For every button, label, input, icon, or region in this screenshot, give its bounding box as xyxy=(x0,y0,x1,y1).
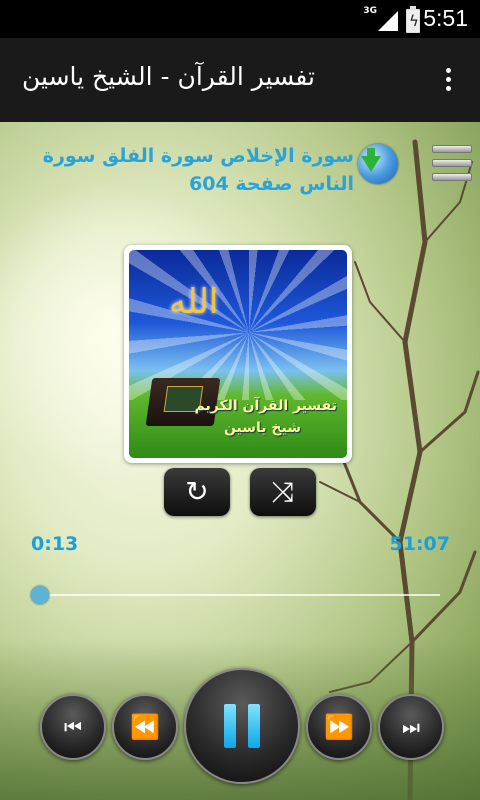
repeat-button[interactable]: ↻ xyxy=(164,468,230,516)
cover-calligraphy: الله xyxy=(169,282,219,322)
cover-caption-line2: شيخ ياسين xyxy=(223,420,301,436)
seek-bar[interactable] xyxy=(30,586,440,604)
cover-artwork: الله تفسير القرآن الكريم شيخ ياسين xyxy=(129,250,347,458)
app-title: تفسير القرآن - الشيخ ياسين xyxy=(22,62,316,91)
rewind-icon: ⏪ xyxy=(130,713,160,741)
battery-icon: ϟ xyxy=(406,6,420,33)
pause-button[interactable] xyxy=(184,668,300,784)
download-icon[interactable] xyxy=(358,144,398,184)
rewind-button[interactable]: ⏪ xyxy=(112,694,178,760)
album-cover: الله تفسير القرآن الكريم شيخ ياسين xyxy=(124,245,352,463)
signal-icon xyxy=(378,11,398,31)
previous-track-button[interactable]: ⏮ xyxy=(40,694,106,760)
current-time: 0:13 xyxy=(31,533,79,555)
status-bar: 3G ϟ 5:51 xyxy=(0,0,480,38)
status-clock: 5:51 xyxy=(423,5,468,31)
skip-previous-icon: ⏮ xyxy=(64,715,82,739)
shuffle-icon: ⤨ xyxy=(271,475,295,508)
cover-caption-line1: تفسير القرآن الكريم xyxy=(194,398,337,414)
total-time: 51:07 xyxy=(389,533,450,555)
next-track-button[interactable]: ⏭ xyxy=(378,694,444,760)
repeat-icon: ↻ xyxy=(185,475,209,508)
playlist-menu-icon[interactable] xyxy=(432,145,472,187)
fast-forward-icon: ⏩ xyxy=(324,713,354,741)
network-type: 3G xyxy=(363,6,377,16)
track-title: سورة الإخلاص سورة الفلق سورة الناس صفحة … xyxy=(42,145,354,195)
skip-next-icon: ⏭ xyxy=(402,715,420,739)
action-bar: تفسير القرآن - الشيخ ياسين xyxy=(0,38,480,122)
shuffle-button[interactable]: ⤨ xyxy=(250,468,316,516)
more-vertical-icon[interactable] xyxy=(446,68,452,95)
seek-thumb[interactable] xyxy=(30,586,49,604)
fast-forward-button[interactable]: ⏩ xyxy=(306,694,372,760)
